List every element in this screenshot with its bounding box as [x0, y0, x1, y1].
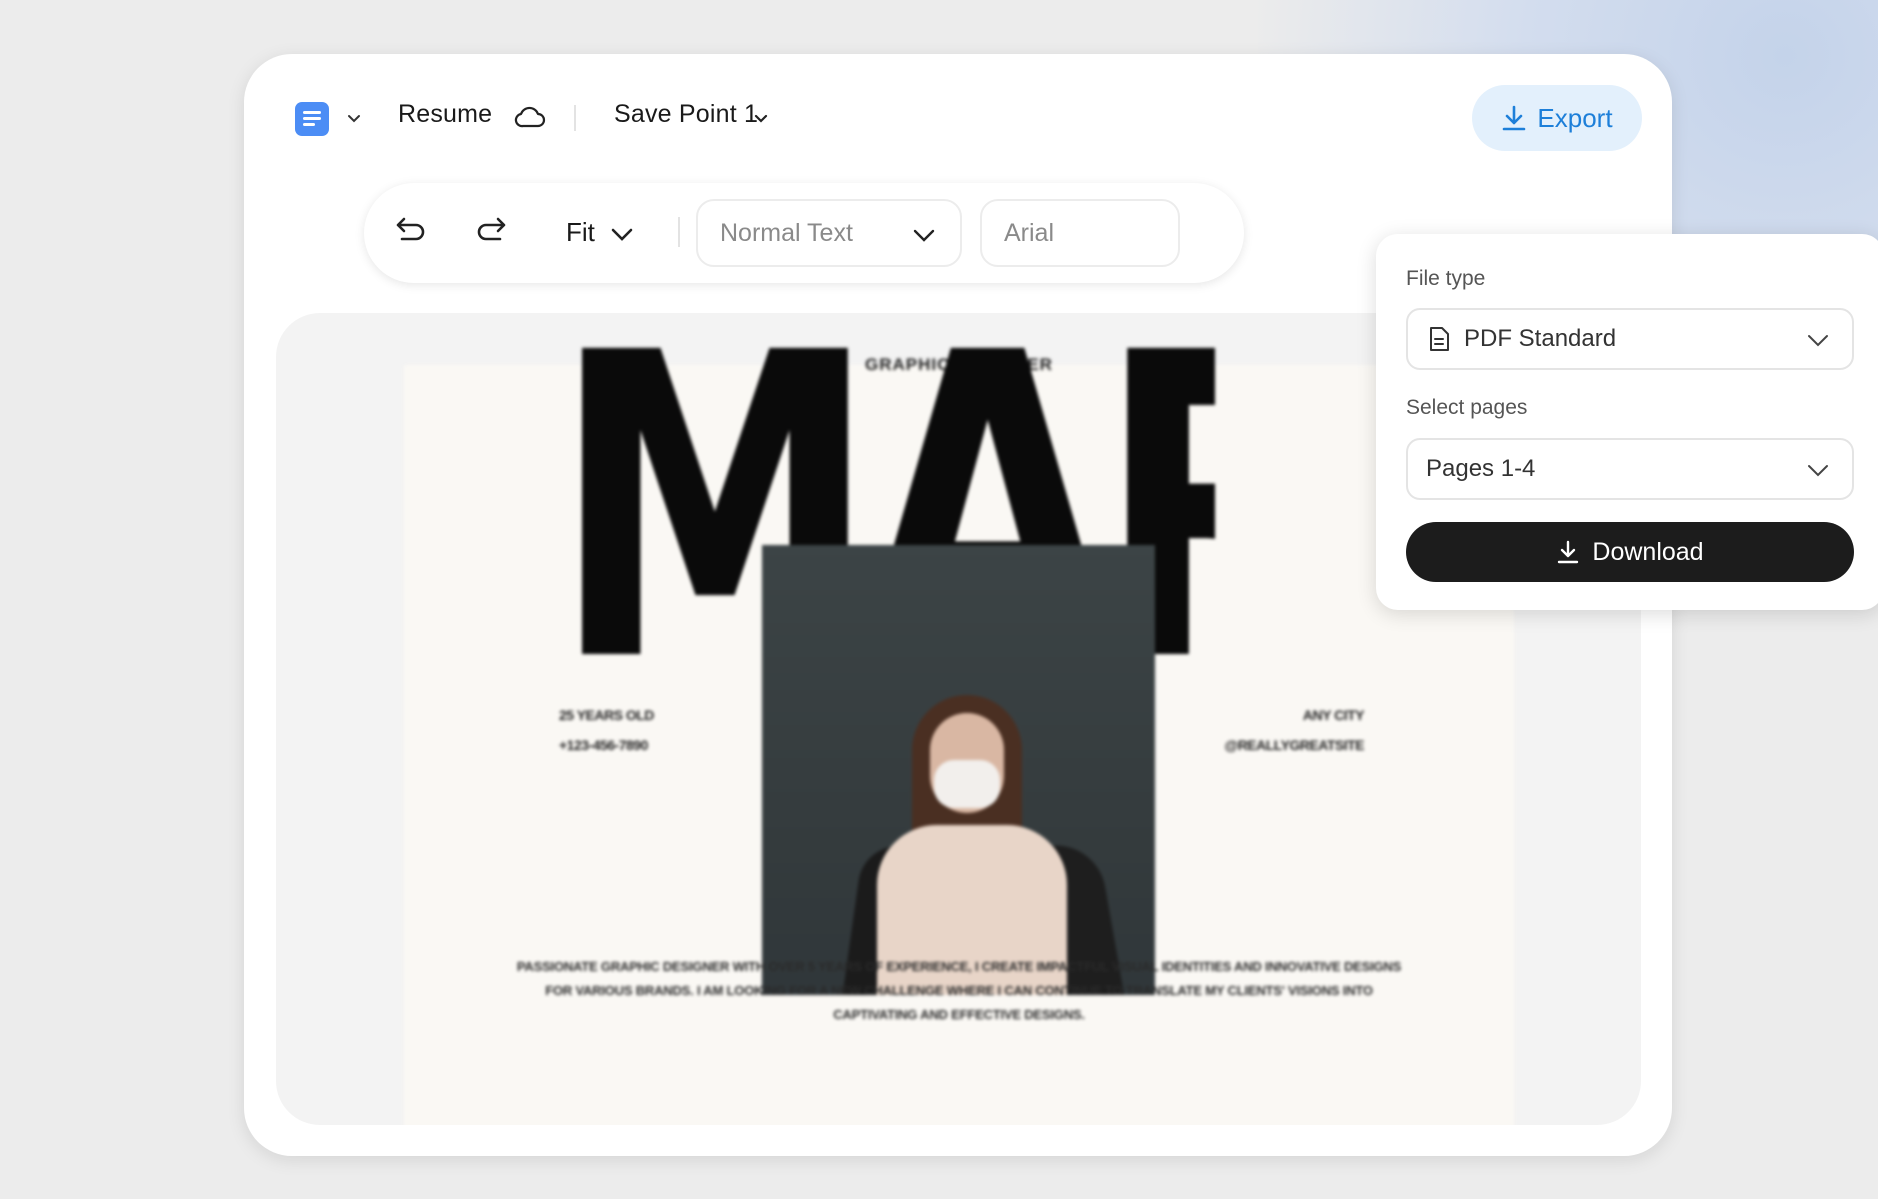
chevron-down-icon	[1808, 335, 1828, 347]
download-label: Download	[1592, 537, 1704, 566]
download-icon	[1503, 105, 1526, 131]
export-button[interactable]: Export	[1472, 85, 1642, 151]
editor-window: Resume Save Point 1 Export Fit Normal Te…	[244, 54, 1878, 1156]
resume-phone: +123-456-7890	[559, 737, 648, 753]
document-title[interactable]: Resume	[398, 100, 492, 129]
pages-label: Select pages	[1406, 396, 1528, 419]
resume-handle: @REALLYGREATSITE	[1224, 737, 1365, 753]
zoom-label: Fit	[566, 217, 595, 247]
divider	[678, 217, 680, 247]
profile-photo	[762, 545, 1155, 995]
formatting-toolbar: Fit Normal Text Arial	[364, 183, 1244, 283]
file-type-value: PDF Standard	[1464, 325, 1617, 352]
chevron-down-icon[interactable]	[346, 111, 362, 127]
download-button[interactable]: Download	[1406, 522, 1854, 582]
font-family-select[interactable]: Arial	[980, 199, 1180, 267]
resume-city: ANY CITY	[1302, 707, 1365, 723]
pages-select[interactable]: Pages 1-4	[1406, 438, 1854, 500]
font-family-value: Arial	[1004, 218, 1055, 247]
undo-icon[interactable]	[394, 215, 428, 245]
pdf-file-icon	[1430, 327, 1449, 351]
text-style-select[interactable]: Normal Text	[696, 199, 962, 267]
resume-bio: PASSIONATE GRAPHIC DESIGNER WITH OVER 5 …	[516, 959, 1402, 1022]
text-style-value: Normal Text	[720, 218, 853, 247]
export-label: Export	[1537, 102, 1613, 133]
top-bar: Resume Save Point 1 Export	[244, 54, 1672, 184]
document-icon[interactable]	[295, 102, 329, 136]
chevron-down-icon	[1808, 465, 1828, 477]
resume-age: 25 YEARS OLD	[559, 707, 654, 723]
download-icon	[1558, 540, 1579, 564]
file-type-select[interactable]: PDF Standard	[1406, 308, 1854, 370]
redo-icon[interactable]	[474, 215, 508, 245]
file-type-label: File type	[1406, 267, 1486, 290]
resume-page[interactable]: GRAPHIC DESIGNER MARIE 25 YEARS OLD +123…	[404, 330, 1514, 1125]
export-panel: File type PDF Standard Select pages Page…	[1376, 234, 1878, 610]
chevron-down-icon	[611, 228, 633, 241]
zoom-fit-dropdown[interactable]: Fit	[566, 217, 634, 248]
save-point-label[interactable]: Save Point 1	[614, 100, 758, 129]
cloud-icon[interactable]	[514, 102, 546, 130]
chevron-down-icon	[913, 229, 935, 242]
pages-value: Pages 1-4	[1426, 455, 1536, 482]
chevron-down-icon[interactable]	[752, 110, 770, 128]
divider	[574, 105, 576, 131]
